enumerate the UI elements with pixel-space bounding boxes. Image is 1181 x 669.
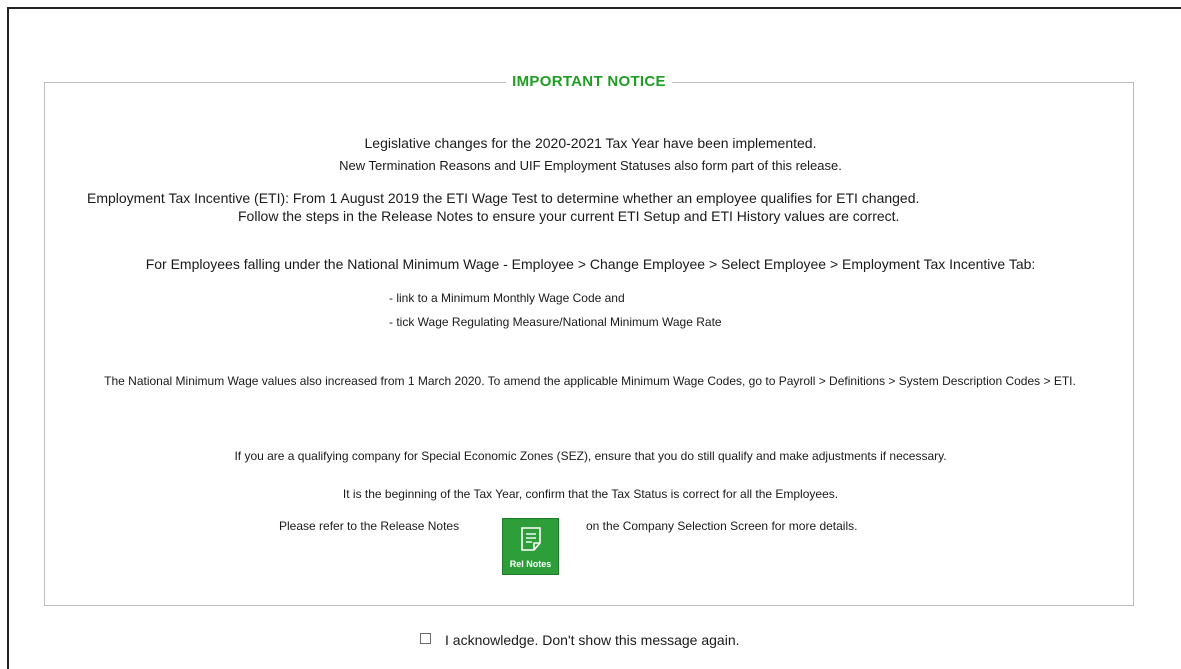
eti-steps-text: Follow the steps in the Release Notes to…	[238, 208, 900, 224]
rel-notes-button[interactable]: Rel Notes	[502, 518, 559, 575]
acknowledge-checkbox[interactable]	[420, 632, 431, 644]
refer-prefix-text: Please refer to the Release Notes	[279, 519, 460, 533]
nmw-employees-text: For Employees falling under the National…	[145, 256, 1036, 272]
eti-change-text: Employment Tax Incentive (ETI): From 1 A…	[87, 190, 920, 206]
legislative-text: Legislative changes for the 2020-2021 Ta…	[364, 135, 817, 151]
sez-text: If you are a qualifying company for Spec…	[234, 449, 947, 463]
refer-suffix-text: on the Company Selection Screen for more…	[586, 519, 858, 533]
tax-status-text: It is the beginning of the Tax Year, con…	[342, 487, 839, 501]
rel-notes-button-label: Rel Notes	[509, 559, 552, 569]
nmw-values-text: The National Minimum Wage values also in…	[104, 374, 1076, 388]
release-notes-reference: Please refer to the Release Notes on the…	[0, 518, 1181, 578]
bullet-wage-rate: - tick Wage Regulating Measure/National …	[389, 315, 722, 329]
document-icon	[521, 527, 541, 551]
termination-text: New Termination Reasons and UIF Employme…	[339, 158, 842, 173]
notice-title: IMPORTANT NOTICE	[45, 73, 1133, 91]
acknowledge-label[interactable]: I acknowledge. Don't show this message a…	[445, 632, 740, 648]
acknowledge-row: I acknowledge. Don't show this message a…	[420, 631, 740, 649]
bullet-wage-code: - link to a Minimum Monthly Wage Code an…	[389, 291, 625, 305]
